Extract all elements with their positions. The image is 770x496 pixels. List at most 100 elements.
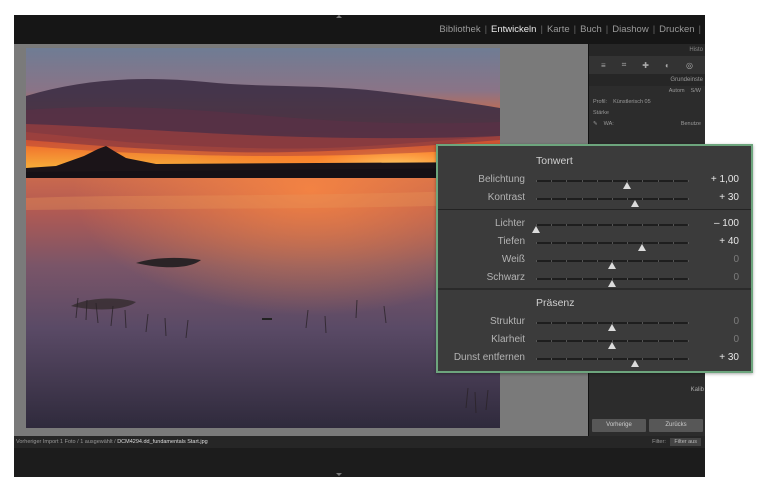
slider-thumb[interactable] (623, 182, 632, 189)
slider-thumb[interactable] (630, 200, 639, 207)
slider-tick (596, 278, 598, 280)
module-drucken[interactable]: Drucken (659, 24, 694, 35)
previous-button[interactable]: Vorherige (592, 419, 646, 432)
slider-thumb[interactable] (608, 262, 616, 269)
slider-tick (627, 322, 629, 324)
bw-button[interactable]: S/W (691, 88, 701, 95)
slider-label: Kontrast (487, 192, 525, 203)
slider-tick (642, 260, 644, 262)
slider-tick (657, 198, 659, 200)
slider-track[interactable] (536, 358, 689, 367)
module-bibliothek[interactable]: Bibliothek (439, 24, 480, 35)
module-separator: | (698, 24, 701, 35)
eyedropper-icon[interactable]: ✎ (593, 121, 598, 128)
slider-tick (551, 278, 553, 280)
slider-tick (596, 322, 598, 324)
slider-tick (657, 322, 659, 324)
slider-tick (536, 358, 537, 360)
module-diashow[interactable]: Diashow (612, 24, 648, 35)
slider-row-belichtung: Belichtung + 1,00 (438, 174, 751, 189)
calibration-header[interactable]: Kalib (589, 387, 705, 401)
slider-label: Weiß (501, 254, 525, 265)
slider-value[interactable]: 0 (733, 334, 739, 345)
slider-track[interactable] (536, 242, 689, 251)
slider-value[interactable]: – 100 (714, 218, 739, 229)
module-buch[interactable]: Buch (580, 24, 602, 35)
slider-value[interactable]: + 40 (719, 236, 739, 247)
slider-value[interactable]: 0 (733, 316, 739, 327)
reset-button[interactable]: Zurücks (649, 419, 703, 432)
slider-value[interactable]: + 30 (719, 352, 739, 363)
slider-thumb[interactable] (630, 360, 639, 367)
slider-tick (581, 260, 583, 262)
collapse-top-panel-arrow-icon[interactable] (336, 15, 342, 18)
slider-tick (551, 198, 553, 200)
slider-track[interactable] (536, 340, 689, 349)
slider-tick (551, 358, 553, 360)
slider-tick (672, 198, 674, 200)
auto-button[interactable]: Autom (669, 88, 685, 95)
treatment-row: Autom S/W (589, 86, 705, 97)
slider-thumb[interactable] (638, 244, 647, 251)
slider-track[interactable] (536, 278, 689, 287)
crop-icon[interactable]: ⌗ (622, 60, 627, 70)
slider-tick (551, 260, 553, 262)
slider-tick (566, 198, 568, 200)
slider-row-kontrast: Kontrast + 30 (438, 192, 751, 207)
strength-row: Stärke (589, 108, 705, 119)
slider-tick (612, 224, 613, 226)
slider-thumb[interactable] (608, 342, 616, 349)
slider-tick (688, 278, 689, 280)
slider-tick (596, 180, 598, 182)
slider-track[interactable] (536, 322, 689, 331)
slider-tick (581, 224, 583, 226)
slider-tick (672, 180, 674, 182)
slider-thumb[interactable] (608, 280, 616, 287)
wb-value[interactable]: Benutze (681, 121, 701, 128)
slider-tick (536, 242, 537, 244)
slider-tick (551, 322, 553, 324)
module-entwickeln[interactable]: Entwickeln (491, 24, 536, 35)
slider-tick (627, 224, 629, 226)
slider-tick (688, 242, 689, 244)
slider-tick (657, 260, 659, 262)
mask-icon[interactable]: ◐ (665, 61, 670, 70)
slider-thumb[interactable] (608, 324, 616, 331)
slider-label: Belichtung (478, 174, 525, 185)
slider-tick (581, 198, 583, 200)
current-filename[interactable]: DCM4294.dd_fundamentals Start.jpg (117, 439, 208, 445)
basic-adjustments-callout: Tonwert Belichtung + 1,00 Kontrast + 30 Lic… (436, 144, 753, 373)
source-path[interactable]: Vorheriger Import 1 Foto / 1 ausgewählt … (16, 439, 116, 445)
slider-value[interactable]: + 1,00 (711, 174, 739, 185)
heal-icon[interactable]: ✚ (642, 61, 649, 70)
slider-track[interactable] (536, 180, 689, 189)
redeye-icon[interactable]: ◎ (686, 61, 693, 70)
slider-tick (688, 340, 689, 342)
module-karte[interactable]: Karte (547, 24, 570, 35)
slider-track[interactable] (536, 260, 689, 269)
filter-control: Filter: Filter aus (652, 438, 701, 446)
slider-value[interactable]: 0 (733, 272, 739, 283)
slider-tick (566, 180, 568, 182)
slider-tick (581, 358, 583, 360)
slider-value[interactable]: 0 (733, 254, 739, 265)
filter-dropdown[interactable]: Filter aus (670, 438, 701, 446)
slider-row-weiß: Weiß 0 (438, 254, 751, 269)
slider-tick (581, 322, 583, 324)
slider-track[interactable] (536, 198, 689, 207)
basic-panel-header[interactable]: Grundeinste (589, 74, 705, 86)
slider-row-schwarz: Schwarz 0 (438, 272, 751, 287)
slider-thumb[interactable] (532, 226, 540, 233)
slider-value[interactable]: + 30 (719, 192, 739, 203)
collapse-bottom-panel-arrow-icon[interactable] (336, 473, 342, 476)
edit-sliders-icon[interactable]: ≡ (601, 61, 606, 70)
slider-tick (536, 180, 537, 182)
histogram-header[interactable]: Histo (589, 44, 705, 56)
slider-row-struktur: Struktur 0 (438, 316, 751, 331)
slider-tick (672, 340, 674, 342)
slider-tick (657, 278, 659, 280)
profile-value[interactable]: Künstlerisch 05 (613, 99, 651, 106)
slider-tick (566, 224, 568, 226)
slider-track[interactable] (532, 224, 689, 233)
slider-tick (627, 340, 629, 342)
